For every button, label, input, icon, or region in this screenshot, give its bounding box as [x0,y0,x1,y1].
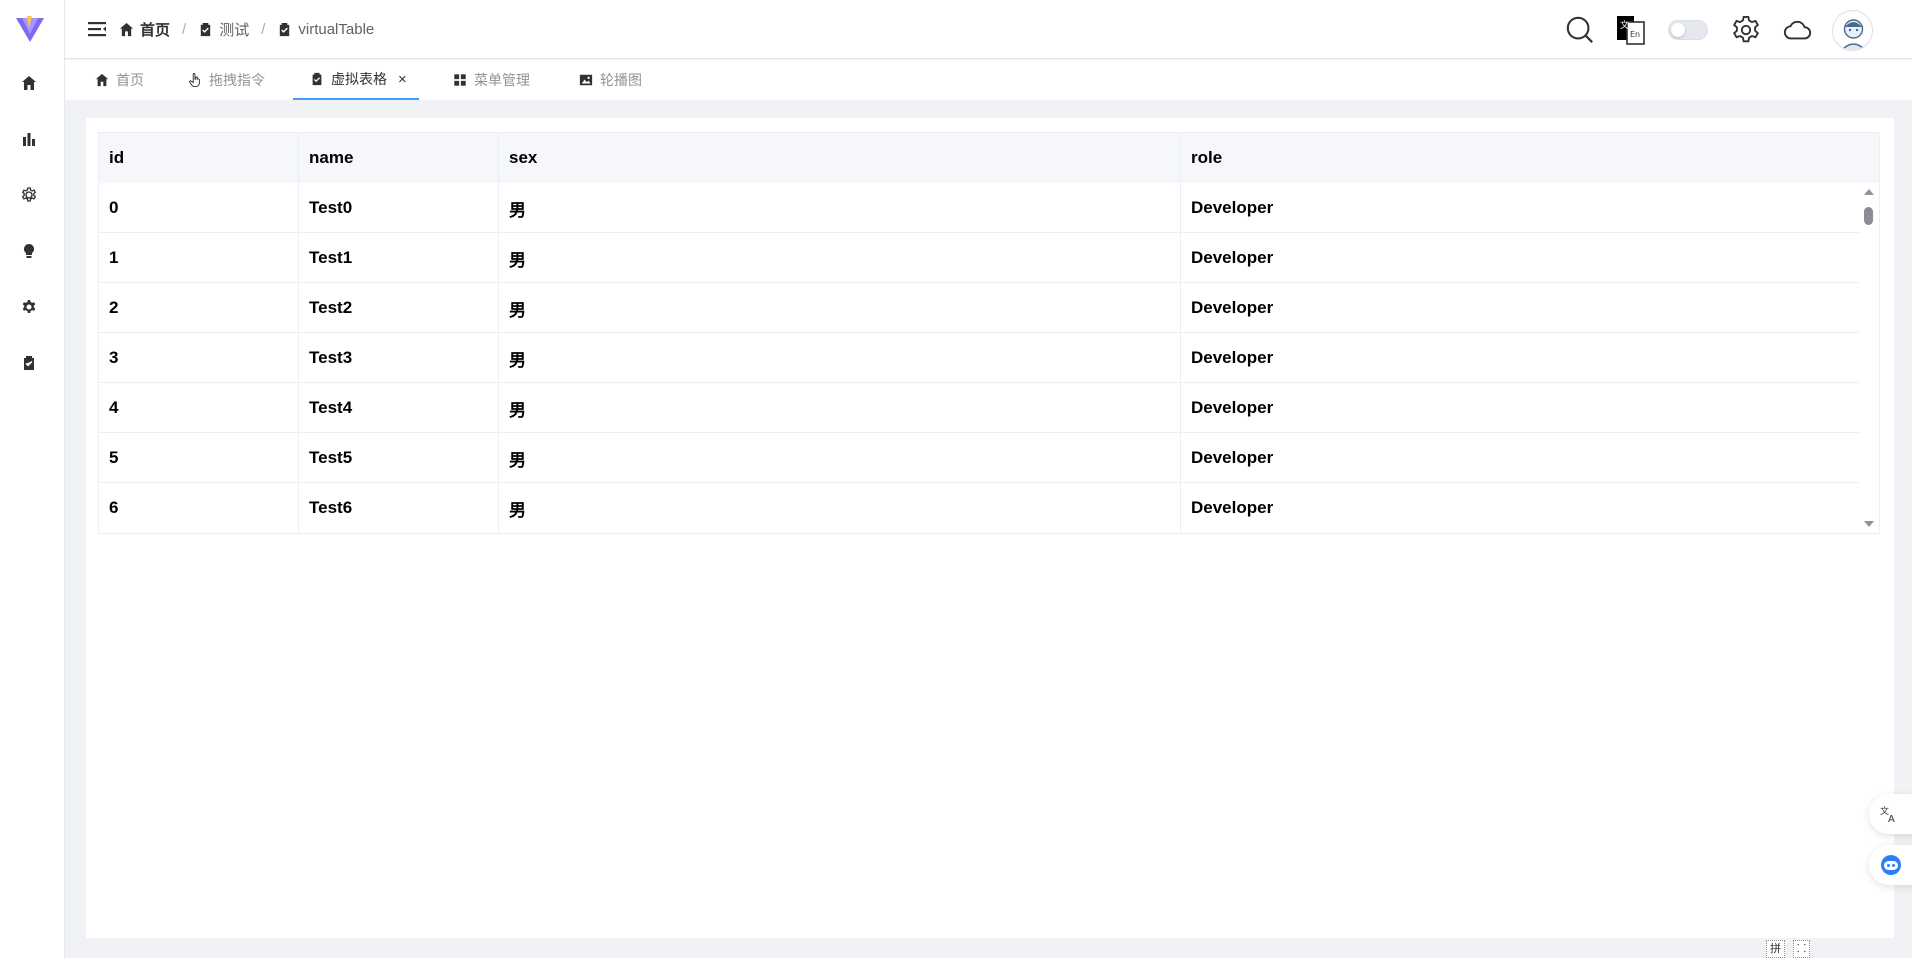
column-header-sex[interactable]: sex [499,133,1181,183]
table-row[interactable]: 4 Test4 男 Developer [99,383,1879,433]
pointer-hand-icon [189,73,200,87]
assistant-float-button[interactable] [1869,845,1912,885]
breadcrumb-item-virtualtable[interactable]: virtualTable [277,21,374,38]
cell-sex: 男 [499,483,1181,533]
user-avatar[interactable] [1832,10,1873,51]
ime-indicator[interactable]: 拼 ⸬ [1766,940,1811,958]
main-content-card: id name sex role 0 Test0 男 Developer 1 T… [86,118,1894,938]
scrollbar-thumb[interactable] [1864,207,1873,225]
cell-name: Test3 [299,333,499,383]
tag-menu-management[interactable]: 菜单管理 [453,60,530,100]
sidebar-lightbulb-icon[interactable] [18,240,40,262]
top-header: 首页 / 测试 / virtualTable 文 En [65,0,1912,59]
breadcrumb: 首页 / 测试 / virtualTable [119,19,374,39]
clipboard-check-icon [280,22,290,36]
column-header-role[interactable]: role [1181,133,1861,183]
breadcrumb-item-test[interactable]: 测试 [198,19,249,40]
cell-id: 2 [99,283,299,333]
clipboard-check-icon [201,22,211,36]
sidebar [0,0,65,958]
switch-knob [1671,23,1685,37]
cell-sex: 男 [499,383,1181,433]
scroll-down-arrow-icon[interactable] [1864,521,1874,527]
cloud-icon[interactable] [1782,14,1814,46]
tag-home[interactable]: 首页 [95,60,144,100]
tags-view-bar: 首页 拖拽指令 虚拟表格 × 菜单管理 轮播图 [65,60,1912,100]
table-header: id name sex role [99,133,1879,183]
svg-text:文: 文 [1620,19,1629,31]
table-row[interactable]: 3 Test3 男 Developer [99,333,1879,383]
tag-drag-directive[interactable]: 拖拽指令 [188,60,265,100]
breadcrumb-separator: / [261,20,266,38]
virtual-table: id name sex role 0 Test0 男 Developer 1 T… [98,132,1880,534]
translate-float-button[interactable]: 文A [1869,794,1912,834]
translate-icon: 文A [1880,805,1895,824]
table-row[interactable]: 6 Test6 男 Developer [99,483,1879,533]
ime-width[interactable]: ⸬ [1793,940,1811,958]
search-icon[interactable] [1564,14,1596,46]
cell-id: 3 [99,333,299,383]
svg-text:En: En [1630,30,1640,39]
sidebar-clipboard-icon[interactable] [18,352,40,374]
cell-sex: 男 [499,233,1181,283]
ime-mode[interactable]: 拼 [1766,940,1785,958]
tag-close-icon[interactable]: × [398,71,407,88]
sidebar-settings-icon[interactable] [18,184,40,206]
cell-id: 6 [99,483,299,533]
grid-icon [454,74,466,86]
cell-role: Developer [1191,398,1274,417]
svg-text:A: A [1888,814,1895,824]
column-header-name[interactable]: name [299,133,499,183]
cell-name: Test2 [299,283,499,333]
cell-role: Developer [1191,248,1274,267]
table-row[interactable]: 5 Test5 男 Developer [99,433,1879,483]
cell-id: 1 [99,233,299,283]
cell-name: Test5 [299,433,499,483]
breadcrumb-separator: / [182,20,187,38]
settings-gear-icon[interactable] [1730,14,1762,46]
table-row[interactable]: 1 Test1 男 Developer [99,233,1879,283]
cell-role: Developer [1191,298,1274,317]
menu-collapse-icon[interactable] [87,19,107,39]
cell-name: Test4 [299,383,499,433]
cell-sex: 男 [499,433,1181,483]
language-switch-icon[interactable]: 文 En [1615,14,1647,46]
cell-name: Test1 [299,233,499,283]
cell-id: 5 [99,433,299,483]
tag-carousel[interactable]: 轮播图 [579,60,642,100]
cell-sex: 男 [499,333,1181,383]
cell-name: Test0 [299,183,499,233]
table-header-row: id name sex role [99,133,1879,183]
cell-name: Test6 [299,483,499,533]
cell-role: Developer [1191,198,1274,217]
table-body: 0 Test0 男 Developer 1 Test1 男 Developer … [99,183,1879,533]
scroll-up-arrow-icon[interactable] [1864,189,1874,195]
breadcrumb-item-home[interactable]: 首页 [119,19,170,40]
app-logo[interactable] [14,12,46,44]
clipboard-check-icon [312,72,322,86]
cell-id: 4 [99,383,299,433]
column-header-id[interactable]: id [99,133,299,183]
sidebar-chart-icon[interactable] [18,128,40,150]
tag-virtual-table[interactable]: 虚拟表格 × [293,60,419,100]
table-row[interactable]: 2 Test2 男 Developer [99,283,1879,333]
cell-id: 0 [99,183,299,233]
cell-sex: 男 [499,183,1181,233]
robot-face-icon [1881,855,1901,875]
sidebar-home-icon[interactable] [18,72,40,94]
cell-role: Developer [1191,498,1274,517]
table-row[interactable]: 0 Test0 男 Developer [99,183,1879,233]
sidebar-gear-icon[interactable] [18,296,40,318]
home-icon [95,73,109,87]
image-icon [579,74,593,86]
cell-role: Developer [1191,348,1274,367]
table-scrollbar[interactable] [1859,183,1879,533]
home-icon [119,22,134,36]
cell-role: Developer [1191,448,1274,467]
cell-sex: 男 [499,283,1181,333]
dark-mode-switch[interactable] [1668,20,1708,40]
